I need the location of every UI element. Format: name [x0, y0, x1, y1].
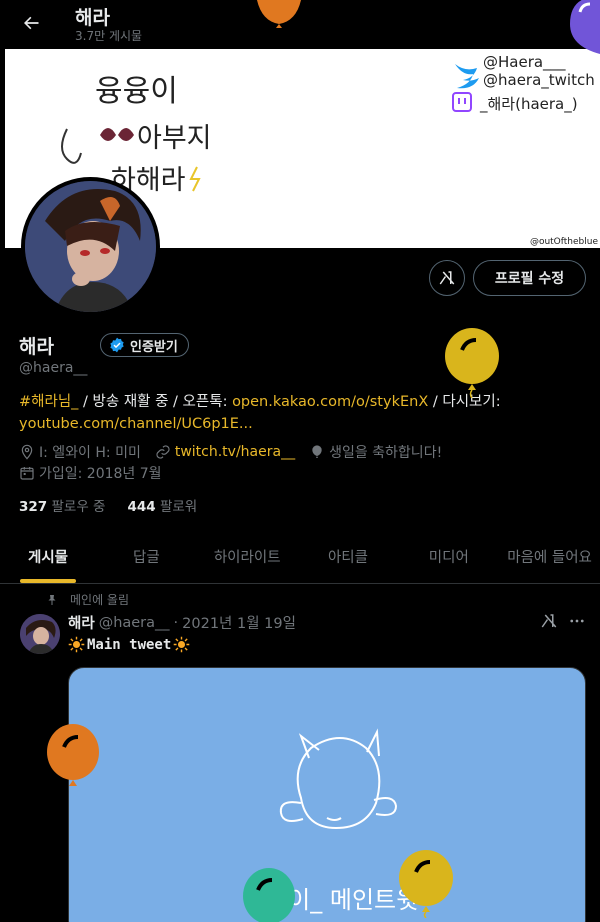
tweet-author-name[interactable]: 해라	[68, 612, 95, 633]
banner-twitch: _해라(haera_)	[479, 95, 578, 114]
location-pin-icon	[21, 444, 33, 460]
tab-media[interactable]: 미디어	[398, 530, 499, 583]
balloon-icon	[257, 0, 301, 28]
link-icon	[156, 445, 170, 459]
tweet-date[interactable]: 2021년 1월 19일	[182, 612, 296, 633]
tweet-media-illustration: 융융이_ 메인트윗	[244, 728, 418, 914]
profile-name: 해라	[19, 336, 54, 358]
balloon-icon	[312, 445, 322, 458]
edit-profile-button[interactable]: 프로필 수정	[473, 260, 586, 296]
bio-link-youtube[interactable]: youtube.com/channel/UC6p1E...	[19, 416, 253, 432]
joined-text: 가입일: 2018년 7월	[39, 466, 162, 482]
tab-highlights[interactable]: 하이라이트	[197, 530, 298, 583]
post-count: 3.7만 게시물	[75, 29, 143, 43]
followers-count: 444	[127, 499, 156, 515]
more-options-icon[interactable]	[568, 612, 586, 630]
pinned-label: 메인에 올림	[70, 593, 130, 607]
sun-emoji-icon	[68, 636, 85, 653]
verified-badge-icon	[110, 337, 124, 353]
bio-link-kakao[interactable]: open.kakao.com/o/stykEnX	[232, 394, 428, 410]
birthday-item: 생일을 축하합니다!	[309, 442, 442, 462]
tweet-avatar-illustration	[20, 614, 60, 654]
pinned-indicator: 메인에 올림	[46, 591, 129, 608]
banner-line2: 아부지	[137, 123, 212, 154]
website-link[interactable]: twitch.tv/haera__	[175, 444, 295, 460]
tweet-actions-top	[540, 612, 586, 630]
tab-replies[interactable]: 답글	[96, 530, 197, 583]
followers-link[interactable]: 444 팔로워	[127, 495, 197, 515]
tweet-text: Main tweet	[68, 636, 190, 653]
tweet-header: 해라 @haera__ · 2021년 1월 19일	[68, 612, 296, 633]
website-item: twitch.tv/haera__	[155, 444, 295, 460]
back-button[interactable]	[16, 8, 46, 38]
grok-icon[interactable]	[540, 612, 558, 630]
tweet-separator: ·	[173, 614, 179, 631]
banner-twitter-2: @haera_twitch	[483, 71, 595, 90]
get-verified-button[interactable]: 인증받기	[100, 333, 189, 357]
arrow-left-icon	[24, 16, 39, 30]
balloon-icon	[445, 328, 499, 398]
followers-label: 팔로워	[159, 499, 198, 515]
location-text: I: 엘와이 H: 미미	[39, 445, 141, 461]
profile-tabs: 게시물 답글 하이라이트 아티클 미디어 마음에 들어요	[0, 530, 600, 584]
bio-text-1: / 방송 재활 중 / 오픈톡:	[78, 394, 233, 410]
balloon-icon	[47, 724, 99, 786]
grok-icon	[439, 271, 455, 285]
header-name: 해라	[75, 7, 110, 29]
tweet-text-content: Main tweet	[87, 636, 172, 653]
tab-articles[interactable]: 아티클	[298, 530, 399, 583]
sun-emoji-icon	[174, 636, 190, 653]
verify-label: 인증받기	[130, 339, 178, 355]
following-link[interactable]: 327 팔로우 중	[19, 495, 105, 515]
following-label: 팔로우 중	[51, 499, 106, 515]
birthday-text: 생일을 축하합니다!	[329, 445, 443, 461]
balloon-icon	[570, 0, 600, 54]
balloon-icon	[399, 850, 453, 918]
balloon-icon	[243, 868, 295, 922]
pin-icon	[48, 594, 56, 605]
bio-hashtag[interactable]: #해라님_	[19, 394, 78, 410]
profile-meta: I: 엘와이 H: 미미 twitch.tv/haera__ 생일을 축하합니다…	[19, 442, 456, 462]
location-item: I: 엘와이 H: 미미	[19, 442, 141, 462]
tweet-avatar[interactable]	[20, 614, 60, 654]
banner-line1: 융융이	[95, 74, 178, 109]
following-count: 327	[19, 499, 48, 515]
profile-handle: @haera__	[19, 360, 88, 376]
profile-avatar[interactable]	[21, 177, 160, 316]
tab-posts[interactable]: 게시물	[0, 530, 96, 583]
calendar-icon	[20, 467, 34, 480]
avatar-illustration	[25, 181, 156, 312]
banner-twitter-1: @Haera___	[483, 53, 566, 72]
banner-credit: @outOftheblue	[529, 237, 598, 247]
follow-stats: 327 팔로우 중 444 팔로워	[19, 495, 197, 515]
profile-bio: #해라님_ / 방송 재활 중 / 오픈톡: open.kakao.com/o/…	[19, 391, 589, 435]
tab-likes[interactable]: 마음에 들어요	[499, 530, 600, 583]
tweet-author-handle[interactable]: @haera__	[99, 615, 170, 631]
grok-button[interactable]	[429, 260, 465, 296]
tweet-media[interactable]: 융융이_ 메인트윗	[68, 667, 586, 922]
joined-item: 가입일: 2018년 7월	[19, 463, 162, 483]
